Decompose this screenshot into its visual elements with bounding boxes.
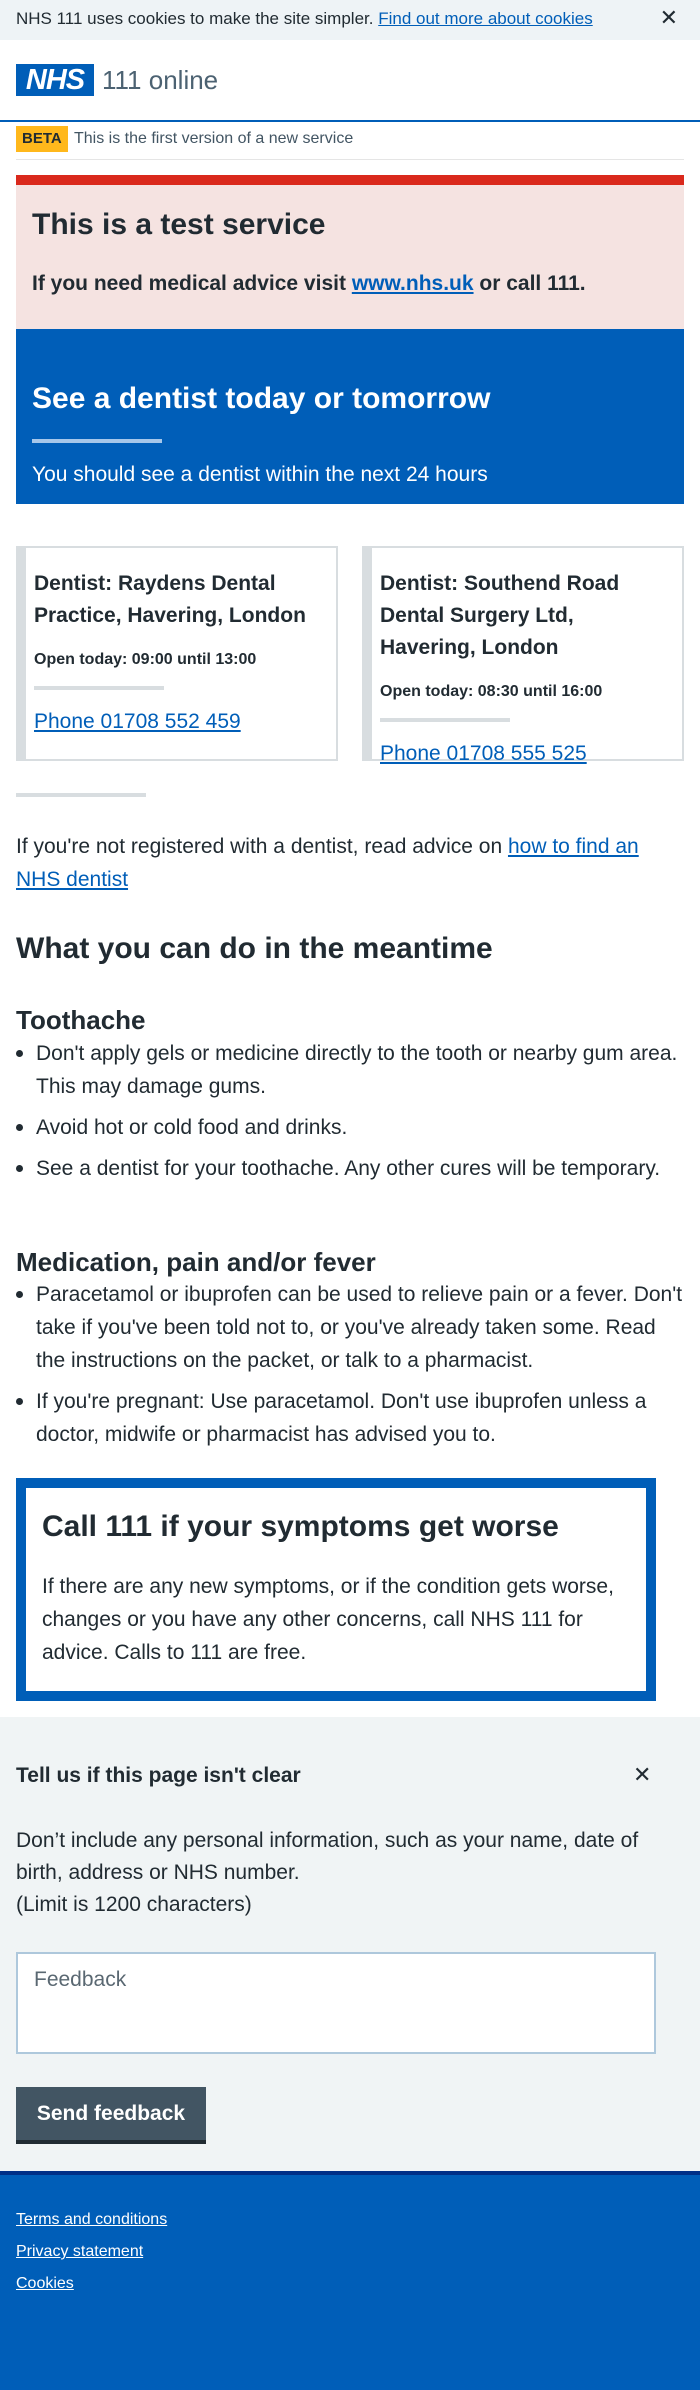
medication-list: Paracetamol or ibuprofen can be used to … xyxy=(16,1278,684,1459)
list-item: Avoid hot or cold food and drinks. xyxy=(16,1111,684,1144)
feedback-privacy-note: Don’t include any personal information, … xyxy=(16,1829,639,1884)
care-card-title: See a dentist today or tomorrow xyxy=(32,382,491,415)
care-card: See a dentist today or tomorrow You shou… xyxy=(16,329,684,504)
care-card-divider xyxy=(32,439,162,443)
toothache-heading: Toothache xyxy=(16,1005,146,1035)
phone-link[interactable]: Phone 01708 552 459 xyxy=(34,708,320,736)
footer-link-privacy[interactable]: Privacy statement xyxy=(16,2241,143,2263)
test-service-text-before: If you need medical advice visit xyxy=(32,272,346,295)
service-name: 111 online xyxy=(102,65,219,95)
close-icon[interactable]: ✕ xyxy=(660,6,678,30)
footer-link-cookies[interactable]: Cookies xyxy=(16,2273,74,2295)
cookie-banner-text: NHS 111 uses cookies to make the site si… xyxy=(16,9,374,28)
test-service-title: This is a test service xyxy=(32,208,326,241)
beta-text: This is the first version of a new servi… xyxy=(74,130,354,147)
beta-tag: BETA xyxy=(16,126,68,152)
call-111-text: If there are any new symptoms, or if the… xyxy=(42,1575,614,1664)
dentist-name: Dentist: Southend Road Dental Surgery Lt… xyxy=(380,572,620,659)
section-divider xyxy=(16,793,146,797)
card-divider xyxy=(380,718,510,722)
card-divider xyxy=(34,686,164,690)
close-icon[interactable]: ✕ xyxy=(633,1763,651,1787)
list-item: Paracetamol or ibuprofen can be used to … xyxy=(16,1278,684,1377)
opening-times: Open today: 08:30 until 16:00 xyxy=(380,683,603,700)
toothache-list: Don't apply gels or medicine directly to… xyxy=(16,1037,684,1193)
beta-banner: BETA This is the first version of a new … xyxy=(16,126,684,160)
call-111-title: Call 111 if your symptoms get worse xyxy=(42,1510,559,1543)
care-card-subtitle: You should see a dentist within the next… xyxy=(32,463,488,486)
cookie-info-link[interactable]: Find out more about cookies xyxy=(378,9,593,28)
call-111-box: Call 111 if your symptoms get worse If t… xyxy=(16,1478,656,1701)
test-service-text: If you need medical advice visit www.nhs… xyxy=(32,269,668,299)
list-item: See a dentist for your toothache. Any ot… xyxy=(16,1152,684,1185)
feedback-section: Tell us if this page isn't clear ✕ Don’t… xyxy=(0,1717,700,2171)
list-item: Don't apply gels or medicine directly to… xyxy=(16,1037,684,1103)
registration-text: If you're not registered with a dentist,… xyxy=(16,835,503,858)
meantime-heading: What you can do in the meantime xyxy=(16,932,493,965)
dentist-card: Dentist: Raydens Dental Practice, Haveri… xyxy=(16,546,338,761)
opening-times: Open today: 09:00 until 13:00 xyxy=(34,651,257,668)
feedback-limit-note: (Limit is 1200 characters) xyxy=(16,1893,252,1916)
medication-heading: Medication, pain and/or fever xyxy=(16,1247,376,1277)
dentist-card: Dentist: Southend Road Dental Surgery Lt… xyxy=(362,546,684,765)
site-header: NHS 111 online xyxy=(0,40,700,122)
feedback-title: Tell us if this page isn't clear xyxy=(16,1764,301,1787)
footer-link-terms[interactable]: Terms and conditions xyxy=(16,2209,167,2231)
feedback-info: Don’t include any personal information, … xyxy=(16,1825,684,1921)
send-feedback-button[interactable]: Send feedback xyxy=(16,2087,206,2144)
nhs-website-link[interactable]: www.nhs.uk xyxy=(352,272,474,295)
test-service-warning: This is a test service If you need medic… xyxy=(16,175,684,329)
nhs-logo[interactable]: NHS xyxy=(16,64,94,96)
test-service-text-after: or call 111. xyxy=(479,272,586,295)
registration-advice: If you're not registered with a dentist,… xyxy=(16,830,684,896)
feedback-input[interactable] xyxy=(16,1952,656,2054)
dentist-name: Dentist: Raydens Dental Practice, Haveri… xyxy=(34,572,306,627)
site-footer: Terms and conditions Privacy statement C… xyxy=(0,2171,700,2390)
cookie-banner: NHS 111 uses cookies to make the site si… xyxy=(0,0,700,40)
phone-link[interactable]: Phone 01708 555 525 xyxy=(380,740,666,768)
list-item: If you're pregnant: Use paracetamol. Don… xyxy=(16,1385,684,1451)
